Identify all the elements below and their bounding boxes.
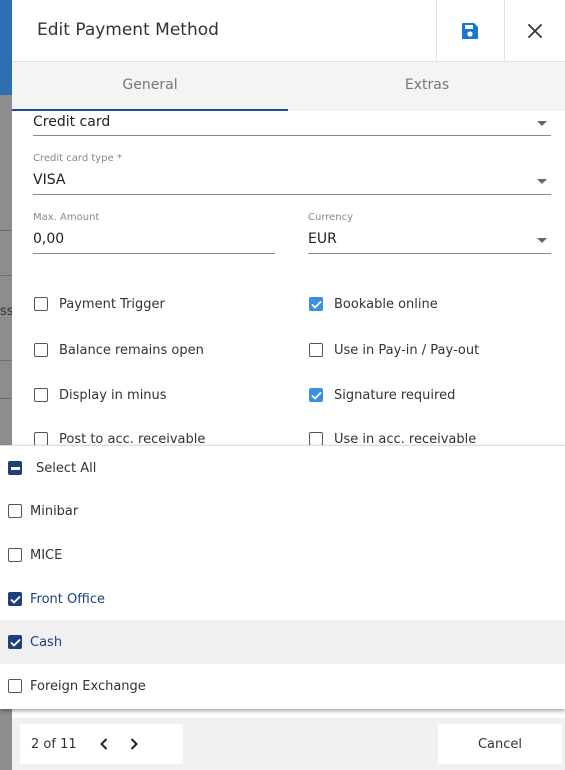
tab-general[interactable]: General [12, 62, 288, 111]
checkbox-box-checked [309, 297, 323, 311]
checkbox-label: Bookable online [334, 296, 438, 312]
checkbox-label: Display in minus [59, 387, 167, 403]
next-button[interactable] [121, 729, 147, 759]
signature-required-checkbox[interactable]: Signature required [309, 384, 455, 406]
option-minibar[interactable]: Minibar [0, 489, 565, 533]
background-row-divider [0, 398, 12, 399]
chevron-down-icon [537, 238, 547, 243]
checkmark-icon [310, 391, 322, 400]
use-in-pay-in-pay-out-checkbox[interactable]: Use in Pay-in / Pay-out [309, 339, 479, 361]
background-row-divider [0, 275, 12, 276]
credit-card-type-value: VISA [33, 172, 66, 188]
background-row-divider [0, 360, 12, 361]
pager-text: 2 of 11 [31, 736, 77, 752]
checkmark-icon [310, 300, 322, 309]
chevron-left-icon [99, 738, 107, 750]
chevron-down-icon [537, 121, 547, 126]
option-foreign-exchange[interactable]: Foreign Exchange [0, 664, 565, 708]
checkbox-box [8, 548, 22, 562]
checkbox-box [309, 432, 323, 446]
payment-type-value: Credit card [33, 114, 111, 130]
balance-remains-open-checkbox[interactable]: Balance remains open [34, 339, 204, 361]
checkbox-box-checked [309, 388, 323, 402]
checkbox-box [309, 343, 323, 357]
option-mice[interactable]: MICE [0, 533, 565, 577]
dialog-header: Edit Payment Method [12, 0, 565, 62]
option-label: MICE [30, 547, 63, 563]
option-label: Select All [36, 460, 97, 476]
select-all-option[interactable]: Select All [0, 446, 565, 490]
checkbox-box [8, 504, 22, 518]
checkbox-label: Signature required [334, 387, 456, 403]
checkbox-label: Use in Pay-in / Pay-out [334, 342, 480, 358]
checkbox-box-indeterminate [8, 461, 22, 475]
checkbox-box [8, 679, 22, 693]
checkbox-box-checked [8, 635, 22, 649]
max-amount-label: Max. Amount [33, 212, 100, 223]
option-label: Foreign Exchange [30, 678, 146, 694]
credit-card-type-label: Credit card type * [33, 153, 122, 164]
save-icon [462, 23, 478, 39]
checkmark-icon [9, 595, 21, 604]
background-header-bar [0, 0, 12, 95]
payment-type-select[interactable]: Credit card [33, 112, 551, 136]
dialog-title: Edit Payment Method [37, 20, 219, 40]
cancel-button[interactable]: Cancel [438, 724, 562, 764]
close-icon [528, 24, 542, 38]
checkbox-box [34, 297, 48, 311]
currency-select[interactable]: Currency EUR [308, 212, 551, 254]
option-front-office[interactable]: Front Office [0, 577, 565, 621]
max-amount-value: 0,00 [33, 231, 65, 247]
checkbox-label: Balance remains open [59, 342, 204, 358]
bookable-online-checkbox[interactable]: Bookable online [309, 293, 438, 315]
credit-card-type-select[interactable]: Credit card type * VISA [33, 153, 551, 195]
multi-select-dropdown-panel: Select All Minibar MICE Front Office Cas… [0, 445, 565, 709]
option-label: Front Office [30, 591, 105, 607]
background-row-divider [0, 230, 12, 231]
payment-trigger-checkbox[interactable]: Payment Trigger [34, 293, 165, 315]
checkbox-box [34, 388, 48, 402]
checkbox-label: Payment Trigger [59, 296, 165, 312]
tab-extras[interactable]: Extras [289, 62, 565, 111]
chevron-right-icon [130, 738, 138, 750]
option-label: Cash [30, 634, 63, 650]
checkbox-box-checked [8, 592, 22, 606]
checkbox-box [34, 343, 48, 357]
checkmark-icon [9, 638, 21, 647]
dialog-footer: 2 of 11 Cancel [12, 718, 565, 770]
option-label: Minibar [30, 503, 79, 519]
currency-value: EUR [308, 231, 337, 247]
chevron-down-icon [537, 179, 547, 184]
currency-label: Currency [308, 212, 354, 223]
save-button[interactable] [436, 0, 504, 62]
minus-icon [10, 466, 20, 470]
previous-button[interactable] [91, 729, 117, 759]
display-in-minus-checkbox[interactable]: Display in minus [34, 384, 167, 406]
close-button[interactable] [505, 0, 565, 62]
option-cash[interactable]: Cash [0, 620, 565, 664]
background-clipped-text: ss [0, 304, 12, 319]
pagination: 2 of 11 [20, 724, 183, 764]
tab-bar: General Extras [12, 62, 565, 111]
checkbox-box [34, 432, 48, 446]
max-amount-input[interactable]: Max. Amount 0,00 [33, 212, 275, 254]
